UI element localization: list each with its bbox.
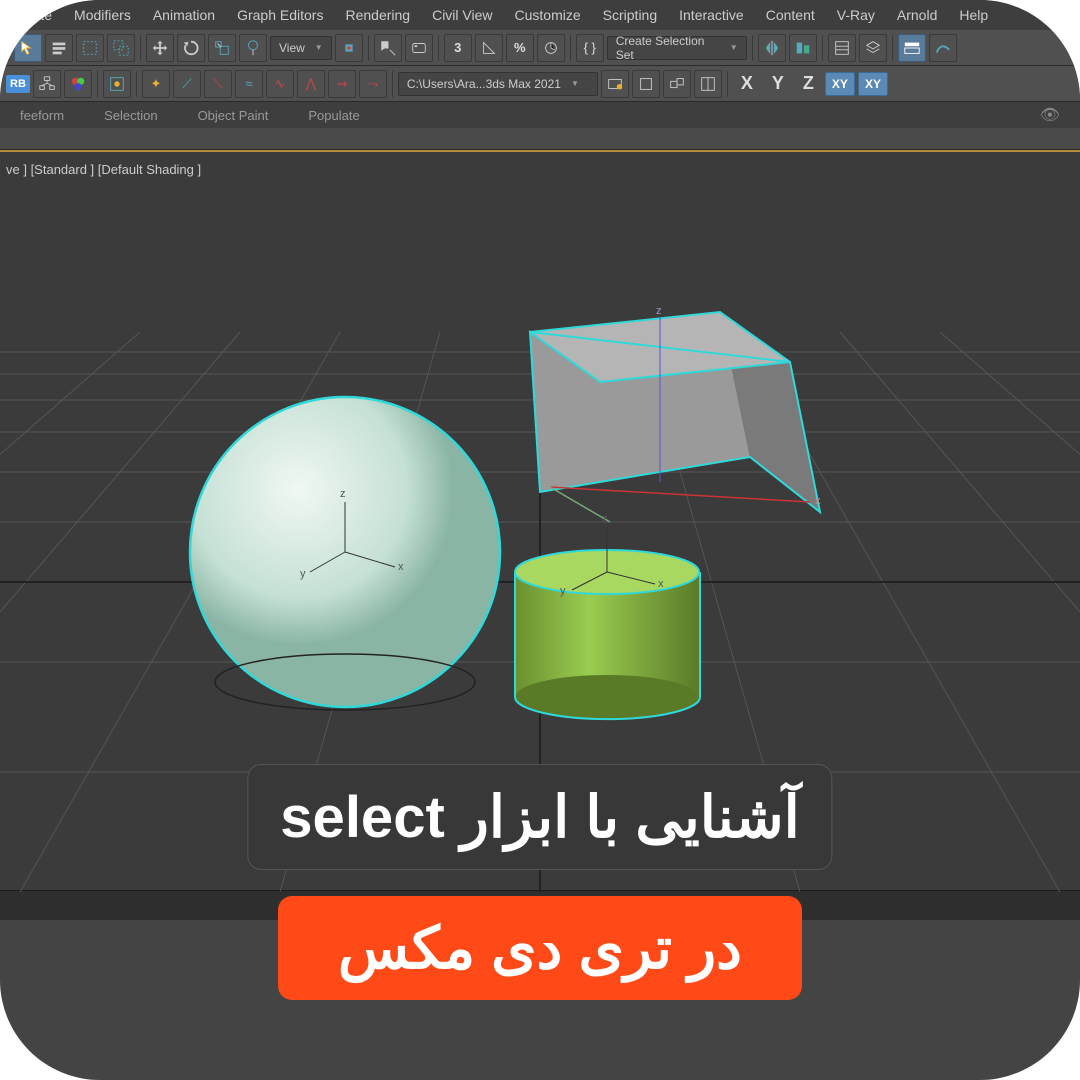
select-manipulate-button[interactable] [374,34,402,62]
angle-snap-button[interactable] [475,34,503,62]
select-by-name-button[interactable] [45,34,73,62]
particle-tool6-icon[interactable]: ⋀ [297,70,325,98]
ribbon-panel-strip [0,128,1080,150]
snap-toggle-button[interactable]: 3 [444,34,472,62]
named-selection-set-dropdown[interactable]: Create Selection Set [607,36,747,60]
keyboard-shortcut-override-button[interactable] [405,34,433,62]
axis-x-label[interactable]: X [733,73,761,94]
workspace-tool4-icon[interactable] [694,70,722,98]
menu-arnold[interactable]: Arnold [897,7,937,23]
tab-selection[interactable]: Selection [84,102,177,128]
select-object-button[interactable] [14,34,42,62]
cylinder-object[interactable]: x y z [515,513,700,719]
axis-xy-button-1[interactable]: XY [825,72,855,96]
render-setup-button[interactable] [103,70,131,98]
particle-tool7-icon[interactable]: ⇝ [328,70,356,98]
svg-text:z: z [340,488,346,500]
rectangular-selection-button[interactable] [76,34,104,62]
caption-subtitle: در تری دی مکس [278,896,802,1000]
rotate-button[interactable] [177,34,205,62]
ribbon-tabs: feeform Selection Object Paint Populate … [0,102,1080,128]
tab-freeform[interactable]: feeform [0,102,84,128]
sphere-object[interactable]: x y z [190,397,500,710]
rb-badge-icon: RB [6,75,30,93]
align-button[interactable] [789,34,817,62]
particle-tool8-icon[interactable]: ⤳ [359,70,387,98]
menu-scripting[interactable]: Scripting [603,7,657,23]
workspace-tool3-icon[interactable] [663,70,691,98]
particle-tool2-icon[interactable]: ⟋ [173,70,201,98]
main-menu-bar: Create Modifiers Animation Graph Editors… [0,0,1080,30]
workspace-tool1-icon[interactable] [601,70,629,98]
viewport-mode-label: ve ] [Standard ] [Default Shading ] [6,162,201,177]
placement-button[interactable] [239,34,267,62]
toggle-ribbon-button[interactable] [898,34,926,62]
menu-content[interactable]: Content [766,7,815,23]
scale-button[interactable] [208,34,236,62]
spinner-snap-button[interactable] [537,34,565,62]
menu-animation[interactable]: Animation [153,7,215,23]
svg-text:z: z [602,513,608,525]
menu-rendering[interactable]: Rendering [345,7,410,23]
edit-selection-set-button[interactable]: { } [576,34,604,62]
particle-tool3-icon[interactable]: ⟍ [204,70,232,98]
menu-help[interactable]: Help [959,7,988,23]
particle-tool4-icon[interactable]: ≈ [235,70,263,98]
menu-create[interactable]: Create [10,7,52,23]
reference-coord-dropdown[interactable]: View [270,36,332,60]
main-toolbar-row-1: View 3 % { } Create Selection Set [0,30,1080,66]
menu-civil-view[interactable]: Civil View [432,7,492,23]
svg-text:x: x [398,561,404,573]
caption-title: آشنایی با ابزار select [247,764,832,870]
menu-interactive[interactable]: Interactive [679,7,744,23]
svg-text:z: z [656,305,662,317]
window-crossing-button[interactable] [107,34,135,62]
tab-object-paint[interactable]: Object Paint [178,102,289,128]
axis-z-label[interactable]: Z [795,73,822,94]
toggle-layer-explorer-button[interactable] [859,34,887,62]
svg-text:y: y [300,568,306,580]
material-editor-button[interactable] [64,70,92,98]
menu-vray[interactable]: V-Ray [837,7,875,23]
particle-tool1-icon[interactable]: ✦ [142,70,170,98]
use-pivot-center-button[interactable] [335,34,363,62]
particle-tool5-icon[interactable]: ∿ [266,70,294,98]
toggle-scene-explorer-button[interactable] [828,34,856,62]
menu-graph-editors[interactable]: Graph Editors [237,7,323,23]
axis-xy-button-2[interactable]: XY [858,72,888,96]
menu-customize[interactable]: Customize [515,7,581,23]
box-object[interactable]: x z [530,305,821,522]
workspace-tool2-icon[interactable] [632,70,660,98]
curve-editor-button[interactable] [929,34,957,62]
move-button[interactable] [146,34,174,62]
project-folder-dropdown[interactable]: C:\Users\Ara...3ds Max 2021 [398,72,598,96]
schematic-view-button[interactable] [33,70,61,98]
visibility-toggle-icon[interactable]: 👁 [1040,105,1060,125]
svg-text:x: x [658,578,664,590]
percent-snap-button[interactable]: % [506,34,534,62]
main-toolbar-row-2: RB ✦ ⟋ ⟍ ≈ ∿ ⋀ ⇝ ⤳ C:\Users\Ara...3ds Ma… [0,66,1080,102]
svg-text:y: y [560,585,566,597]
svg-text:x: x [815,495,821,507]
mirror-button[interactable] [758,34,786,62]
axis-y-label[interactable]: Y [764,73,792,94]
tab-populate[interactable]: Populate [288,102,379,128]
menu-modifiers[interactable]: Modifiers [74,7,131,23]
